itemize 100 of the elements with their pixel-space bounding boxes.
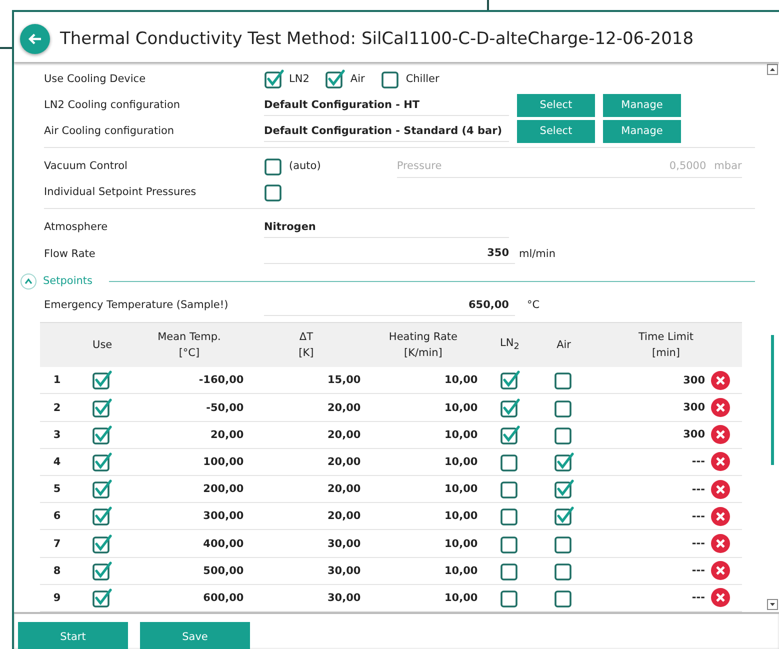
configuration-value: Default Configuration - HT <box>264 94 509 116</box>
checkbox[interactable] <box>92 560 112 581</box>
column-header: Mean Temp. [°C] <box>130 322 248 368</box>
scroll-down-button[interactable] <box>766 599 778 610</box>
checkbox[interactable] <box>554 398 574 418</box>
table-cell: 100,00 <box>130 448 248 476</box>
checkbox[interactable] <box>500 452 520 472</box>
table-cell: 20,00 <box>248 421 365 448</box>
row-number: 7 <box>40 530 74 558</box>
checkbox[interactable] <box>92 398 112 418</box>
delete-icon[interactable] <box>711 534 730 553</box>
scrollbar-thumb[interactable] <box>770 335 774 465</box>
table-cell: 10,00 <box>364 476 482 503</box>
table-cell: -50,00 <box>130 394 248 422</box>
checkbox[interactable] <box>554 560 574 581</box>
table-cell: 10,00 <box>364 530 482 558</box>
checkbox[interactable] <box>554 506 574 526</box>
checkbox[interactable] <box>554 534 574 554</box>
table-cell: --- <box>692 483 705 495</box>
config-button[interactable]: Select <box>517 94 595 117</box>
checkbox[interactable] <box>264 182 284 202</box>
delete-icon[interactable] <box>711 398 730 418</box>
row-number: 5 <box>40 476 74 503</box>
emergency-temperature-field[interactable]: 650,00 <box>264 294 515 316</box>
checkbox[interactable] <box>500 424 520 445</box>
config-button[interactable]: Select <box>517 120 595 143</box>
checkbox[interactable] <box>554 370 574 390</box>
column-header: Air <box>538 322 590 368</box>
checkbox[interactable] <box>92 452 112 472</box>
flow-rate-field[interactable]: 350 <box>264 243 515 264</box>
table-cell: 30,00 <box>248 530 365 558</box>
field-label: Individual Setpoint Pressures <box>44 186 198 198</box>
table-cell: 400,00 <box>130 530 248 558</box>
scroll-up-button[interactable] <box>766 64 778 75</box>
checkbox[interactable] <box>92 506 112 526</box>
back-button[interactable] <box>20 24 50 54</box>
table-cell: 30,00 <box>248 557 365 584</box>
delete-icon[interactable] <box>711 452 730 472</box>
table-cell: 600,00 <box>130 584 248 612</box>
table-cell: 10,00 <box>364 421 482 448</box>
row-number: 6 <box>40 502 74 530</box>
table-cell: --- <box>692 564 705 577</box>
checkbox[interactable] <box>554 479 574 500</box>
table-cell: 20,00 <box>130 421 248 448</box>
atmosphere-field[interactable]: Nitrogen <box>264 216 509 238</box>
checkbox[interactable] <box>264 69 284 90</box>
row-number: 4 <box>40 448 74 476</box>
delete-icon[interactable] <box>711 370 730 390</box>
field-label: Atmosphere <box>44 221 109 234</box>
table-cell: 300 <box>683 374 705 386</box>
field-label: LN2 Cooling configuration <box>44 99 182 112</box>
table-cell: 10,00 <box>364 502 482 530</box>
delete-icon[interactable] <box>711 425 730 444</box>
config-button[interactable]: Manage <box>603 120 681 143</box>
checkbox[interactable] <box>500 560 520 581</box>
delete-icon[interactable] <box>711 588 730 608</box>
field-label: Use Cooling Device <box>44 73 147 86</box>
delete-icon[interactable] <box>711 480 730 499</box>
table-cell: --- <box>692 537 705 550</box>
checkbox[interactable] <box>264 156 284 176</box>
delete-icon[interactable] <box>711 506 730 526</box>
checkbox[interactable] <box>92 479 112 500</box>
checkbox[interactable] <box>554 424 574 445</box>
checkbox[interactable] <box>500 370 520 390</box>
table-cell: 15,00 <box>248 367 365 394</box>
checkbox[interactable] <box>500 588 520 608</box>
column-header: Heating Rate [K/min] <box>364 322 482 368</box>
checkbox[interactable] <box>500 398 520 418</box>
table-cell: 500,00 <box>130 557 248 584</box>
checkbox-label: Chiller <box>406 73 440 86</box>
row-number: 1 <box>40 367 74 394</box>
checkbox[interactable] <box>92 588 112 608</box>
checkbox[interactable] <box>500 479 520 500</box>
checkbox[interactable] <box>92 424 112 445</box>
unit-label: ml/min <box>519 248 556 260</box>
back-arrow-icon <box>27 31 43 47</box>
table-cell: 20,00 <box>248 448 365 476</box>
checkbox[interactable] <box>554 588 574 608</box>
table-cell: --- <box>692 510 705 522</box>
config-button[interactable]: Manage <box>603 94 681 117</box>
table-cell: -160,00 <box>130 367 248 394</box>
checkbox-label: Air <box>350 73 365 86</box>
checkbox[interactable] <box>325 69 346 90</box>
checkbox[interactable] <box>92 370 112 390</box>
checkbox[interactable] <box>380 69 401 90</box>
row-number: 9 <box>40 584 74 612</box>
table-cell: 10,00 <box>364 394 482 422</box>
checkbox[interactable] <box>554 452 574 472</box>
checkbox[interactable] <box>500 506 520 526</box>
delete-icon[interactable] <box>711 561 730 580</box>
action-button[interactable]: Start <box>18 622 128 649</box>
checkbox[interactable] <box>500 534 520 554</box>
action-button[interactable]: Save <box>140 622 250 649</box>
table-cell: 300,00 <box>130 502 248 530</box>
checkbox-label: LN2 <box>289 73 310 86</box>
checkbox[interactable] <box>92 534 112 554</box>
table-cell: 20,00 <box>248 394 365 422</box>
collapse-chevron-icon[interactable] <box>20 272 37 290</box>
row-number: 3 <box>40 421 74 448</box>
table-cell: 10,00 <box>364 448 482 476</box>
